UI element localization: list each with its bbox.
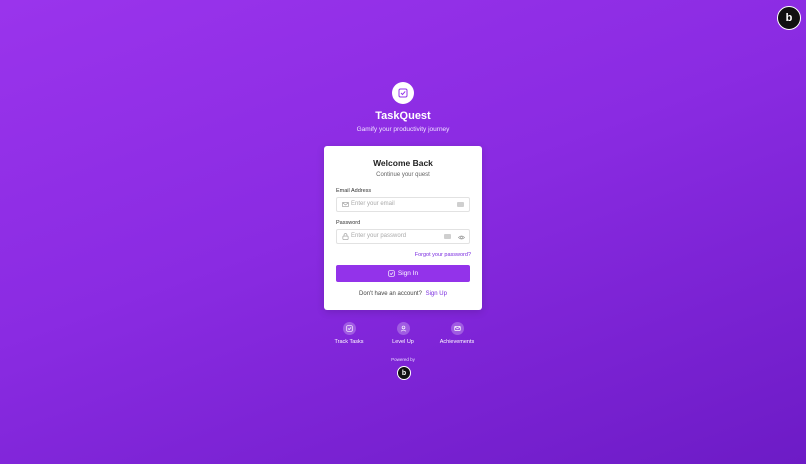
email-field[interactable]: Enter your email — [336, 197, 470, 212]
feature-label: Track Tasks — [334, 339, 364, 345]
password-field[interactable]: Enter your password — [336, 229, 470, 244]
signup-prompt: Don't have an account? — [359, 291, 422, 297]
feature-icon-circle — [342, 322, 356, 335]
checkbox-icon — [345, 325, 353, 332]
feature-label: Achievements — [439, 339, 475, 345]
password-placeholder: Enter your password — [351, 233, 407, 239]
login-card: Welcome Back Continue your quest Email A… — [324, 146, 482, 310]
mail-icon — [453, 326, 461, 331]
powered-by-logo[interactable]: b — [397, 366, 411, 380]
checkbox-icon — [398, 88, 408, 98]
feature-achievements: Achievements — [427, 322, 487, 345]
eye-icon[interactable] — [458, 234, 465, 241]
card-title: Welcome Back — [373, 158, 433, 168]
app-logo — [392, 82, 414, 104]
checkbox-icon — [388, 270, 395, 277]
app-title: TaskQuest — [375, 110, 431, 122]
sign-up-link[interactable]: Sign Up — [426, 291, 447, 297]
mail-icon — [342, 202, 349, 207]
password-manager-icon[interactable] — [444, 234, 451, 239]
app-subtitle: Gamify your productivity journey — [356, 126, 450, 133]
powered-by-label: Powered by — [391, 357, 415, 362]
user-icon — [400, 325, 406, 332]
sign-in-button[interactable]: Sign In — [336, 265, 470, 282]
card-subtitle: Continue your quest — [376, 172, 430, 178]
feature-icon-circle — [450, 322, 464, 335]
feature-level-up: Level Up — [373, 322, 433, 345]
corner-logo-letter: b — [785, 12, 793, 24]
email-placeholder: Enter your email — [351, 201, 395, 207]
sign-in-label: Sign In — [397, 270, 419, 277]
corner-logo-badge[interactable]: b — [777, 6, 801, 30]
signup-row: Don't have an account? Sign Up — [324, 291, 482, 297]
email-label: Email Address — [336, 188, 372, 194]
powered-by-logo-letter: b — [401, 369, 407, 377]
password-label: Password — [336, 220, 361, 226]
feature-label: Level Up — [392, 339, 414, 345]
feature-track-tasks: Track Tasks — [319, 322, 379, 345]
forgot-password-link[interactable]: Forgot your password? — [415, 252, 471, 258]
lock-icon — [342, 233, 349, 240]
feature-icon-circle — [396, 322, 410, 335]
password-manager-icon[interactable] — [457, 202, 464, 207]
